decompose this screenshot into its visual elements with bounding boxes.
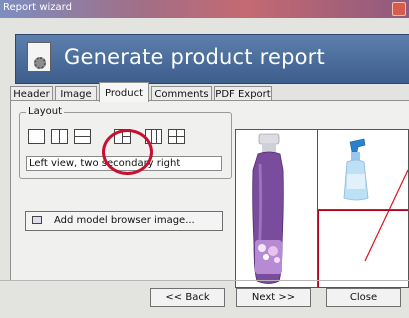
tab-pdf-export[interactable]: PDF Export: [214, 86, 272, 101]
add-model-browser-image-button[interactable]: Add model browser image...: [25, 211, 223, 231]
tab-comments[interactable]: Comments: [151, 86, 212, 101]
spray-bottle-image: [343, 138, 369, 201]
empty-secondary-view: [318, 210, 408, 287]
tab-product[interactable]: Product: [99, 82, 149, 102]
highlight-annotation: [102, 129, 153, 175]
layout-single-view-option[interactable]: [28, 129, 45, 144]
layout-two-rows-option[interactable]: [74, 129, 91, 144]
next-button[interactable]: Next >>: [236, 288, 311, 307]
gear-icon: [34, 57, 46, 69]
title-bar: Report wizard: [0, 0, 409, 18]
tab-header[interactable]: Header: [10, 86, 53, 101]
window-close-icon[interactable]: [392, 2, 406, 16]
divider-line: [156, 130, 157, 143]
layout-two-columns-option[interactable]: [51, 129, 68, 144]
fabric-softener-bottle-image: [252, 133, 284, 284]
divider-line: [151, 130, 152, 143]
layout-preview: [235, 129, 409, 288]
layout-group-label: Layout: [26, 106, 64, 117]
tab-image[interactable]: Image: [55, 86, 97, 101]
divider-line: [169, 136, 184, 137]
window-title: Report wizard: [3, 2, 72, 13]
divider-line: [59, 130, 60, 143]
image-icon: [32, 216, 42, 224]
page-title: Generate product report: [64, 45, 325, 69]
wizard-window: Generate product report Header Image Pro…: [0, 18, 409, 318]
layout-four-views-option[interactable]: [168, 129, 185, 144]
wizard-header: Generate product report: [15, 34, 409, 84]
back-button[interactable]: << Back: [150, 288, 225, 307]
footer-separator: [0, 280, 409, 281]
divider-line: [75, 136, 90, 137]
close-button[interactable]: Close: [326, 288, 401, 307]
report-settings-icon: [27, 42, 51, 72]
add-model-browser-image-label: Add model browser image...: [54, 215, 195, 226]
